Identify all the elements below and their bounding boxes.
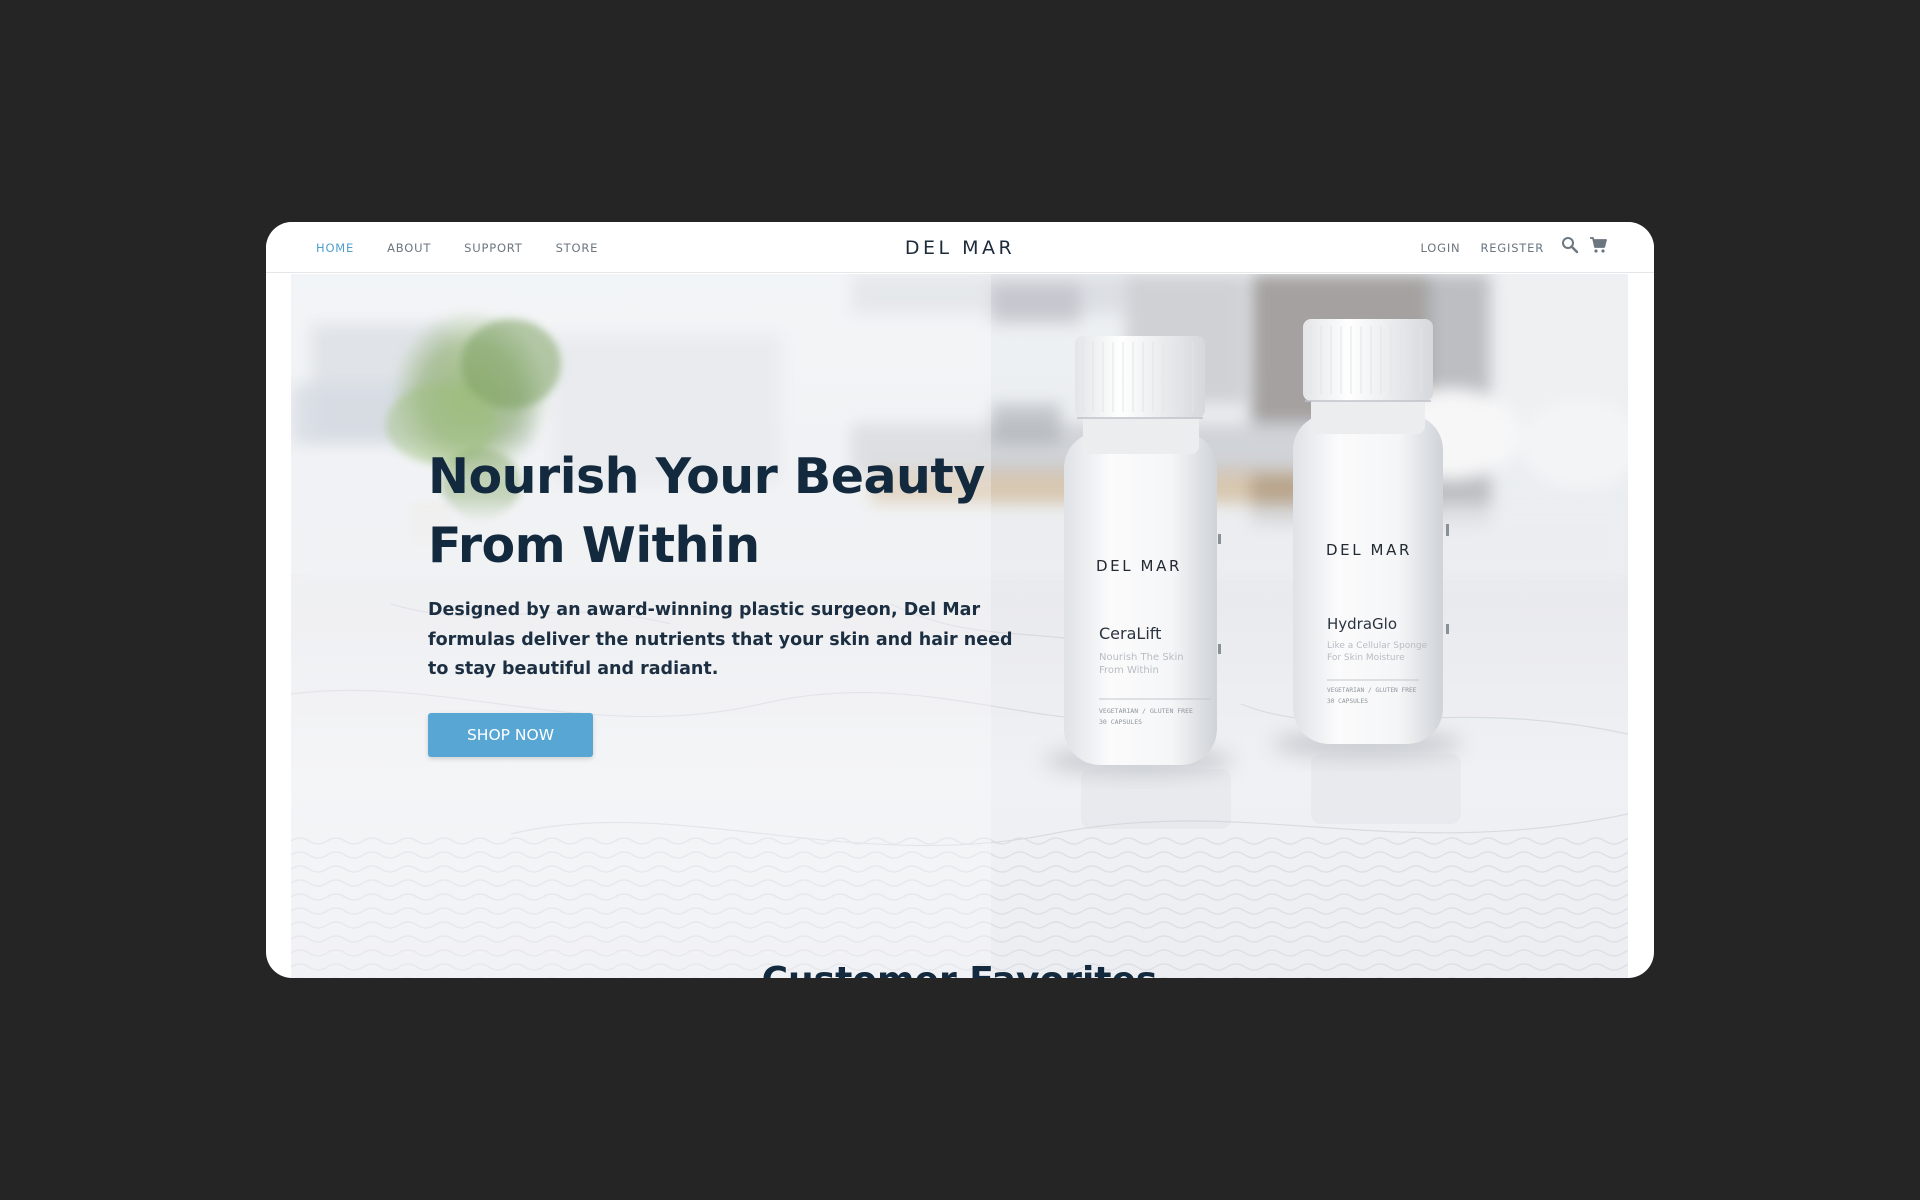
hero-subtitle: Designed by an award-winning plastic sur… (428, 600, 1013, 679)
ceralift-bottle (1064, 336, 1217, 765)
hero-title: Nourish Your Beauty From Within (428, 442, 988, 580)
hero-title-line2: From Within (428, 517, 760, 574)
nav-login[interactable]: LOGIN (1420, 241, 1460, 255)
nav-support[interactable]: SUPPORT (464, 241, 522, 255)
hydraglo-tagline-text-2: For Skin Moisture (1327, 653, 1405, 663)
hero-title-line1: Nourish Your Beauty (428, 448, 985, 505)
ceralift-brand-text: DEL MAR (1096, 557, 1182, 575)
ceralift-name-text: CeraLift (1099, 624, 1161, 643)
search-icon[interactable] (1560, 235, 1580, 255)
hero-section: DEL MAR CeraLift Nourish The Skin From W… (291, 274, 1628, 978)
nav-store[interactable]: STORE (556, 241, 599, 255)
top-nav: HOME ABOUT SUPPORT STORE DEL MAR LOGIN R… (266, 222, 1654, 273)
shop-now-button[interactable]: SHOP NOW (428, 713, 593, 757)
ceralift-meta-text: VEGETARIAN / GLUTEN FREE (1099, 707, 1193, 715)
primary-nav: HOME ABOUT SUPPORT STORE (316, 222, 598, 273)
nav-home[interactable]: HOME (316, 241, 354, 255)
browser-window: HOME ABOUT SUPPORT STORE DEL MAR LOGIN R… (266, 222, 1654, 978)
hydraglo-brand-text: DEL MAR (1326, 541, 1412, 559)
ceralift-tagline-text-2: From Within (1099, 665, 1159, 676)
customer-favorites-heading: Customer Favorites (291, 960, 1628, 978)
ceralift-tagline-text: Nourish The Skin (1099, 652, 1184, 663)
account-nav: LOGIN REGISTER (1420, 222, 1608, 273)
cart-icon[interactable] (1588, 235, 1608, 255)
nav-register[interactable]: REGISTER (1480, 241, 1544, 255)
nav-icons (1560, 235, 1608, 255)
hydraglo-meta-text: VEGETARIAN / GLUTEN FREE (1327, 687, 1417, 694)
hydraglo-name-text: HydraGlo (1327, 615, 1397, 633)
hydraglo-count-text: 30 CAPSULES (1327, 698, 1368, 705)
hydraglo-tagline-text: Like a Cellular Sponge (1327, 641, 1428, 651)
nav-about[interactable]: ABOUT (387, 241, 431, 255)
ceralift-count-text: 30 CAPSULES (1099, 718, 1142, 726)
